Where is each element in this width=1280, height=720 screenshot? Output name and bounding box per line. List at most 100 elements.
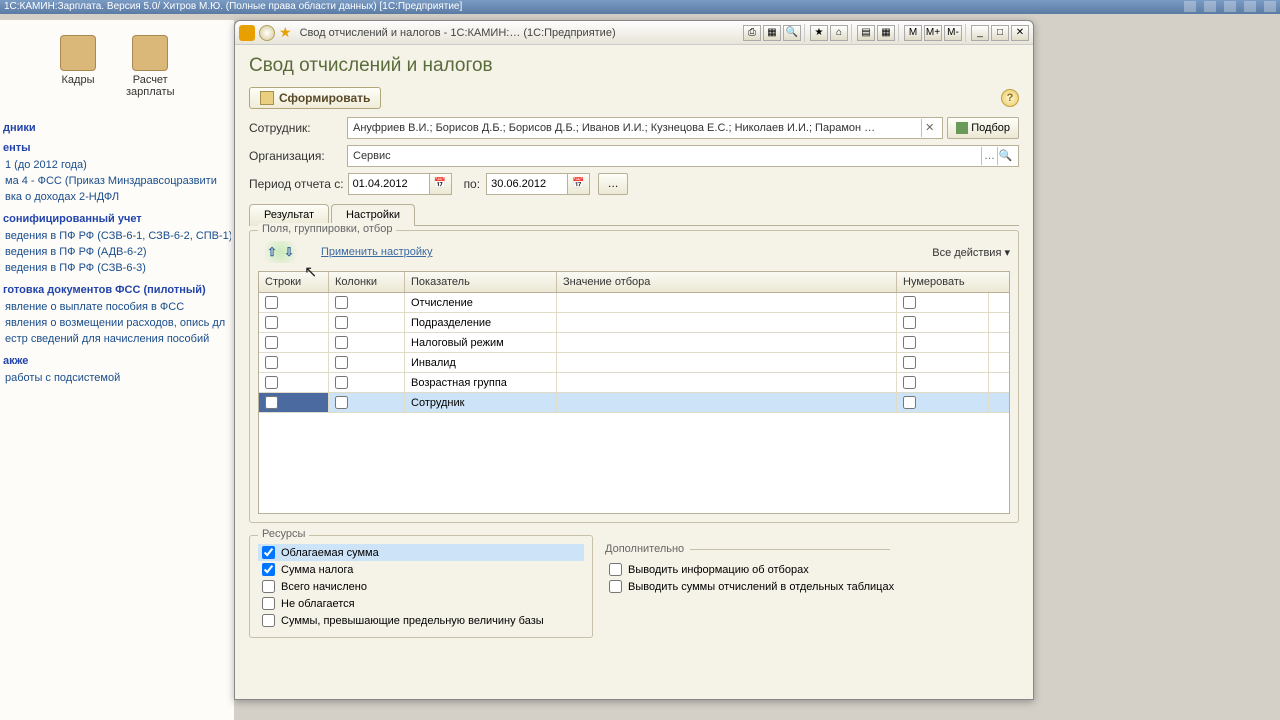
col-number[interactable]: Нумеровать xyxy=(897,272,989,292)
table-row[interactable]: Подразделение xyxy=(259,313,1009,333)
date-from-input[interactable]: 01.04.2012 xyxy=(348,173,430,195)
table-row[interactable]: Возрастная группа xyxy=(259,373,1009,393)
extra-checkbox[interactable] xyxy=(609,563,622,576)
filter-cell[interactable] xyxy=(557,393,897,412)
employee-input[interactable]: Ануфриев В.И.; Борисов Д.Б.; Борисов Д.Б… xyxy=(347,117,943,139)
number-checkbox[interactable] xyxy=(903,376,916,389)
period-ellipsis-button[interactable]: … xyxy=(598,173,628,195)
move-up-icon[interactable]: ⇧ xyxy=(264,245,280,259)
col-checkbox[interactable] xyxy=(335,356,348,369)
table-row[interactable]: Отчисление xyxy=(259,293,1009,313)
resource-checkbox[interactable] xyxy=(262,546,275,559)
nav-item[interactable]: работы с подсистемой xyxy=(3,370,231,386)
table-row[interactable]: Инвалид xyxy=(259,353,1009,373)
row-checkbox[interactable] xyxy=(265,356,278,369)
nav-item[interactable]: ведения в ПФ РФ (СЗВ-6-3) xyxy=(3,260,231,276)
apply-settings-link[interactable]: Применить настройку xyxy=(321,246,432,258)
tb-mplus-icon[interactable]: M+ xyxy=(924,25,942,41)
nav-item[interactable]: вка о доходах 2-НДФЛ xyxy=(3,189,231,205)
help-icon[interactable]: ? xyxy=(1001,89,1019,107)
resource-item[interactable]: Суммы, превышающие предельную величину б… xyxy=(258,612,584,629)
reorder-buttons: ⇧ ⇩ xyxy=(258,241,303,263)
number-checkbox[interactable] xyxy=(903,356,916,369)
resource-checkbox[interactable] xyxy=(262,614,275,627)
nav-item[interactable]: естр сведений для начисления пособий xyxy=(3,331,231,347)
extra-checkbox[interactable] xyxy=(609,580,622,593)
search-icon[interactable]: 🔍 xyxy=(997,147,1013,165)
col-checkbox[interactable] xyxy=(335,376,348,389)
tb-m-icon[interactable]: M xyxy=(904,25,922,41)
number-checkbox[interactable] xyxy=(903,296,916,309)
filter-cell[interactable] xyxy=(557,353,897,372)
col-columns[interactable]: Колонки xyxy=(329,272,405,292)
tb-icon[interactable]: 🔍 xyxy=(783,25,801,41)
col-checkbox[interactable] xyxy=(335,316,348,329)
tb-icon[interactable] xyxy=(1204,1,1216,12)
col-checkbox[interactable] xyxy=(335,336,348,349)
nav-item[interactable]: 1 (до 2012 года) xyxy=(3,157,231,173)
number-checkbox[interactable] xyxy=(903,316,916,329)
number-checkbox[interactable] xyxy=(903,396,916,409)
table-row[interactable]: Налоговый режим xyxy=(259,333,1009,353)
all-actions-menu[interactable]: Все действия ▾ xyxy=(932,246,1010,259)
back-icon[interactable] xyxy=(259,25,275,41)
maximize-button[interactable]: □ xyxy=(991,25,1009,41)
tb-calc-icon[interactable]: ▦ xyxy=(877,25,895,41)
clear-icon[interactable]: ✕ xyxy=(921,119,937,137)
col-checkbox[interactable] xyxy=(335,396,348,409)
col-indicator[interactable]: Показатель xyxy=(405,272,557,292)
nav-item[interactable]: ведения в ПФ РФ (АДВ-6-2) xyxy=(3,244,231,260)
number-checkbox[interactable] xyxy=(903,336,916,349)
row-checkbox[interactable] xyxy=(265,336,278,349)
col-filter[interactable]: Значение отбора xyxy=(557,272,897,292)
dropdown-icon[interactable]: … xyxy=(981,147,997,165)
date-to-input[interactable]: 30.06.2012 xyxy=(486,173,568,195)
row-checkbox[interactable] xyxy=(265,376,278,389)
nav-item[interactable]: явления о возмещении расходов, опись дл xyxy=(3,315,231,331)
row-checkbox[interactable] xyxy=(265,396,278,409)
nav-item[interactable]: ма 4 - ФСС (Приказ Минздравсоцразвити xyxy=(3,173,231,189)
tb-icon[interactable]: ▦ xyxy=(763,25,781,41)
calendar-icon[interactable]: 📅 xyxy=(430,173,452,195)
resource-checkbox[interactable] xyxy=(262,580,275,593)
tb-star-icon[interactable]: ★ xyxy=(810,25,828,41)
star-icon[interactable]: ★ xyxy=(279,24,292,41)
resource-checkbox[interactable] xyxy=(262,597,275,610)
tb-icon[interactable]: ⌂ xyxy=(830,25,848,41)
fields-group: Поля, группировки, отбор ⇧ ⇩ ↖ Применить… xyxy=(249,230,1019,523)
resource-item[interactable]: Облагаемая сумма xyxy=(258,544,584,561)
filter-cell[interactable] xyxy=(557,313,897,332)
resource-item[interactable]: Сумма налога xyxy=(258,561,584,578)
move-down-icon[interactable]: ⇩ xyxy=(281,245,297,259)
resource-checkbox[interactable] xyxy=(262,563,275,576)
resource-item[interactable]: Не облагается xyxy=(258,595,584,612)
col-checkbox[interactable] xyxy=(335,296,348,309)
tb-mminus-icon[interactable]: M- xyxy=(944,25,962,41)
filter-cell[interactable] xyxy=(557,293,897,312)
tb-icon[interactable] xyxy=(1264,1,1276,12)
extra-item[interactable]: Выводить суммы отчислений в отдельных та… xyxy=(605,578,1019,595)
tb-icon[interactable] xyxy=(1184,1,1196,12)
desktop-icon-raschet[interactable]: Расчет зарплаты xyxy=(126,35,174,98)
nav-item[interactable]: явление о выплате пособия в ФСС xyxy=(3,299,231,315)
calendar-icon[interactable]: 📅 xyxy=(568,173,590,195)
minimize-button[interactable]: _ xyxy=(971,25,989,41)
extra-item[interactable]: Выводить информацию об отборах xyxy=(605,561,1019,578)
filter-cell[interactable] xyxy=(557,373,897,392)
desktop-icon-kadry[interactable]: Кадры xyxy=(60,35,96,98)
tb-print-icon[interactable]: ⎙ xyxy=(743,25,761,41)
row-checkbox[interactable] xyxy=(265,296,278,309)
tb-icon[interactable] xyxy=(1244,1,1256,12)
close-button[interactable]: ✕ xyxy=(1011,25,1029,41)
nav-item[interactable]: ведения в ПФ РФ (СЗВ-6-1, СЗВ-6-2, СПВ-1… xyxy=(3,228,231,244)
tb-icon[interactable] xyxy=(1224,1,1236,12)
filter-cell[interactable] xyxy=(557,333,897,352)
tb-icon[interactable]: ▤ xyxy=(857,25,875,41)
row-checkbox[interactable] xyxy=(265,316,278,329)
table-row[interactable]: Сотрудник xyxy=(259,393,1009,413)
org-input[interactable]: Сервис … 🔍 xyxy=(347,145,1019,167)
podbor-button[interactable]: Подбор xyxy=(947,117,1019,139)
col-rows[interactable]: Строки xyxy=(259,272,329,292)
form-button[interactable]: Сформировать xyxy=(249,87,381,109)
resource-item[interactable]: Всего начислено xyxy=(258,578,584,595)
